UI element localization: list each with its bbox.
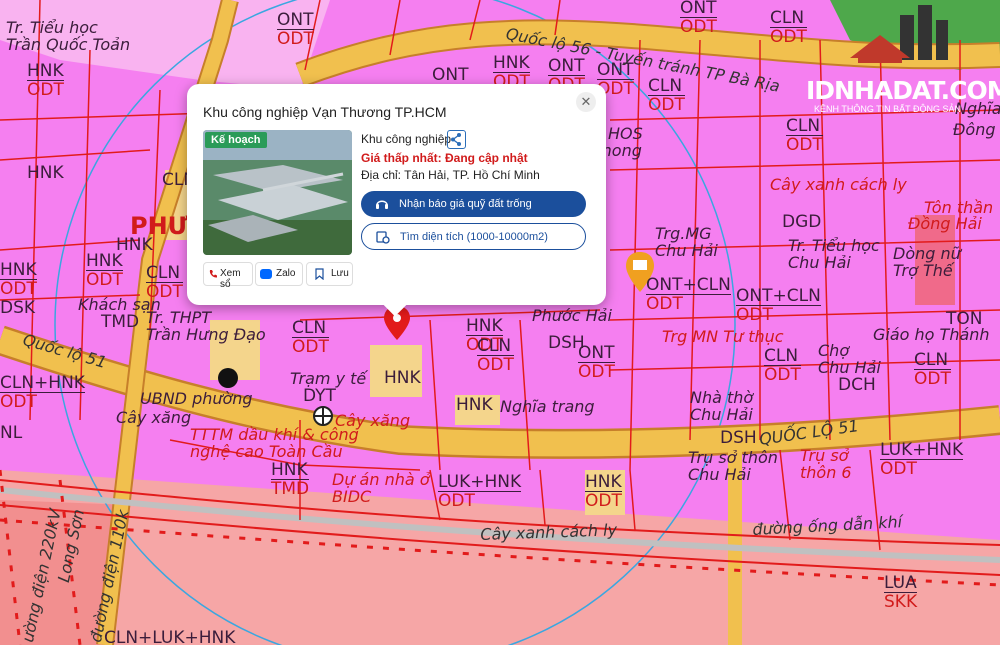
share-icon[interactable] [447,130,466,149]
request-quote-button[interactable]: Nhận báo giá quỹ đất trống [361,191,586,217]
place-clinic: Trạm y tế [290,369,367,388]
zone-label: ONT [432,65,469,85]
zone-label: TMD [101,312,140,332]
logo-brand: IDNHADAT.COM [806,76,1000,105]
place-village-hq: Trụ sở thôn Chu Hải [688,448,778,484]
request-quote-label: Nhận báo giá quỹ đất trống [399,198,532,210]
zalo-label: Zalo [276,268,296,279]
zone-label: ONTODT [277,10,314,49]
logo-tagline: KÊNH THÔNG TIN BẤT ĐỘNG SẢN [814,104,962,114]
zone-info-popup: Khu công nghiệp Vạn Thương TP.HCM ✕ Kế h… [187,84,606,317]
road-buffer-green-top: Cây xanh cách ly [770,175,907,194]
place-nursing: Dòng nữ Trợ Thế [893,244,961,280]
zone-label: CLN+HNK ODT [0,373,85,412]
popup-title: Khu công nghiệp Vạn Thương TP.HCM [203,104,447,120]
zone-label: HNK ODT [585,472,622,511]
popup-address: Địa chỉ: Tân Hải, TP. Hồ Chí Minh [361,168,540,182]
zone-label: LUK+HNK ODT [438,472,522,511]
zone-label: HNK [384,368,421,388]
place-kindergarten-private: Trg MN Tư thục [662,327,784,346]
zone-label: NL [0,423,23,443]
zone-label: HNK [456,395,493,415]
place-phuoc-hai: Phước Hải [532,306,612,325]
zone-label: CLN+LUK+HNK [104,628,236,645]
zone-label: DGD [782,212,822,232]
site-logo[interactable]: IDNHADAT.COM KÊNH THÔNG TIN BẤT ĐỘNG SẢN [800,0,1000,120]
headset-icon [376,200,388,209]
logo-buildings-icon [850,5,948,63]
zalo-button[interactable]: Zalo [255,262,303,286]
popup-price: Giá thấp nhất: Đang cập nhật [361,151,528,165]
zone-label: ONT+CLN ODT [736,286,821,325]
place-ubnd: UBND phường [140,389,253,408]
popup-type: Khu công nghiệp [361,132,452,146]
bookmark-icon [315,268,324,280]
place-primary-chu-hai: Tr. Tiểu học Chu Hải [788,236,880,272]
zone-label: CLN ODT [648,76,685,115]
zone-label: HNK ODT [27,61,64,100]
place-parish: Giáo họ Thánh [873,325,990,344]
save-label: Lưu [331,268,349,279]
zone-label: DSK [0,298,36,318]
place-dong-hai: Đồng Hải [908,214,982,233]
zone-label: DCH [838,375,876,395]
zone-label: ONT+CLN ODT [646,275,731,314]
phone-icon [209,270,217,278]
close-icon[interactable]: ✕ [576,92,596,112]
status-badge: Kế hoạch [205,132,267,148]
place-church: Nhà thờ Chu Hải [690,388,754,424]
place-hs-thd: Tr. THPT Trần Hưng Đạo [146,308,266,344]
zone-label: DYT [303,386,336,406]
zone-label: LUK+HNK ODT [880,440,964,479]
search-area-label: Tìm diện tích (1000-10000m2) [400,231,548,243]
place-cemetery: Nghĩa trang [500,397,595,416]
view-book-button[interactable]: Xem sổ [203,262,253,290]
save-button[interactable]: Lưu [306,262,353,286]
place-gas-station: Cây xăng [116,408,192,427]
zone-label: CLN ODT [764,346,801,385]
zone-label: ONTODT [680,0,717,37]
place-trade-center: TTTM dầu khí & công nghệ cao Toàn Cầu [190,425,359,461]
zone-label: HNK TMD [271,460,310,499]
area-search-icon [376,231,390,244]
zone-label: HNK ODT [86,251,123,290]
place-kindergarten: Trg.MG Chu Hải [655,224,718,260]
place-primary-school-tqt: Tr. Tiểu học Trần Quốc Toản [6,18,131,54]
place-village-hq-6: Trụ sở thôn 6 [800,446,852,482]
industrial-park-photo [203,130,352,255]
place-hos: HOS [608,124,643,143]
zalo-icon [260,269,272,279]
zone-label: CLN ODT [477,336,514,375]
zone-label: LUA SKK [884,573,918,612]
zone-label: CLN ODT [914,350,951,389]
place-market: Chợ Chu Hải [818,341,881,377]
zone-label: CLN ODT [786,116,823,155]
search-area-button[interactable]: Tìm diện tích (1000-10000m2) [361,223,586,250]
zone-label: CLN ODT [292,318,329,357]
zone-label: HNK [27,163,64,183]
zone-label: DSH [548,333,585,353]
place-phu-label: PHƯ [130,212,188,240]
place-housing-project: Dự án nhà ở BIDC [332,470,430,506]
zone-label: DSH [720,428,757,448]
zone-label: HNK ODT [0,260,37,299]
place-dong: Đông [953,120,996,139]
view-book-label: Xem sổ [220,268,241,290]
